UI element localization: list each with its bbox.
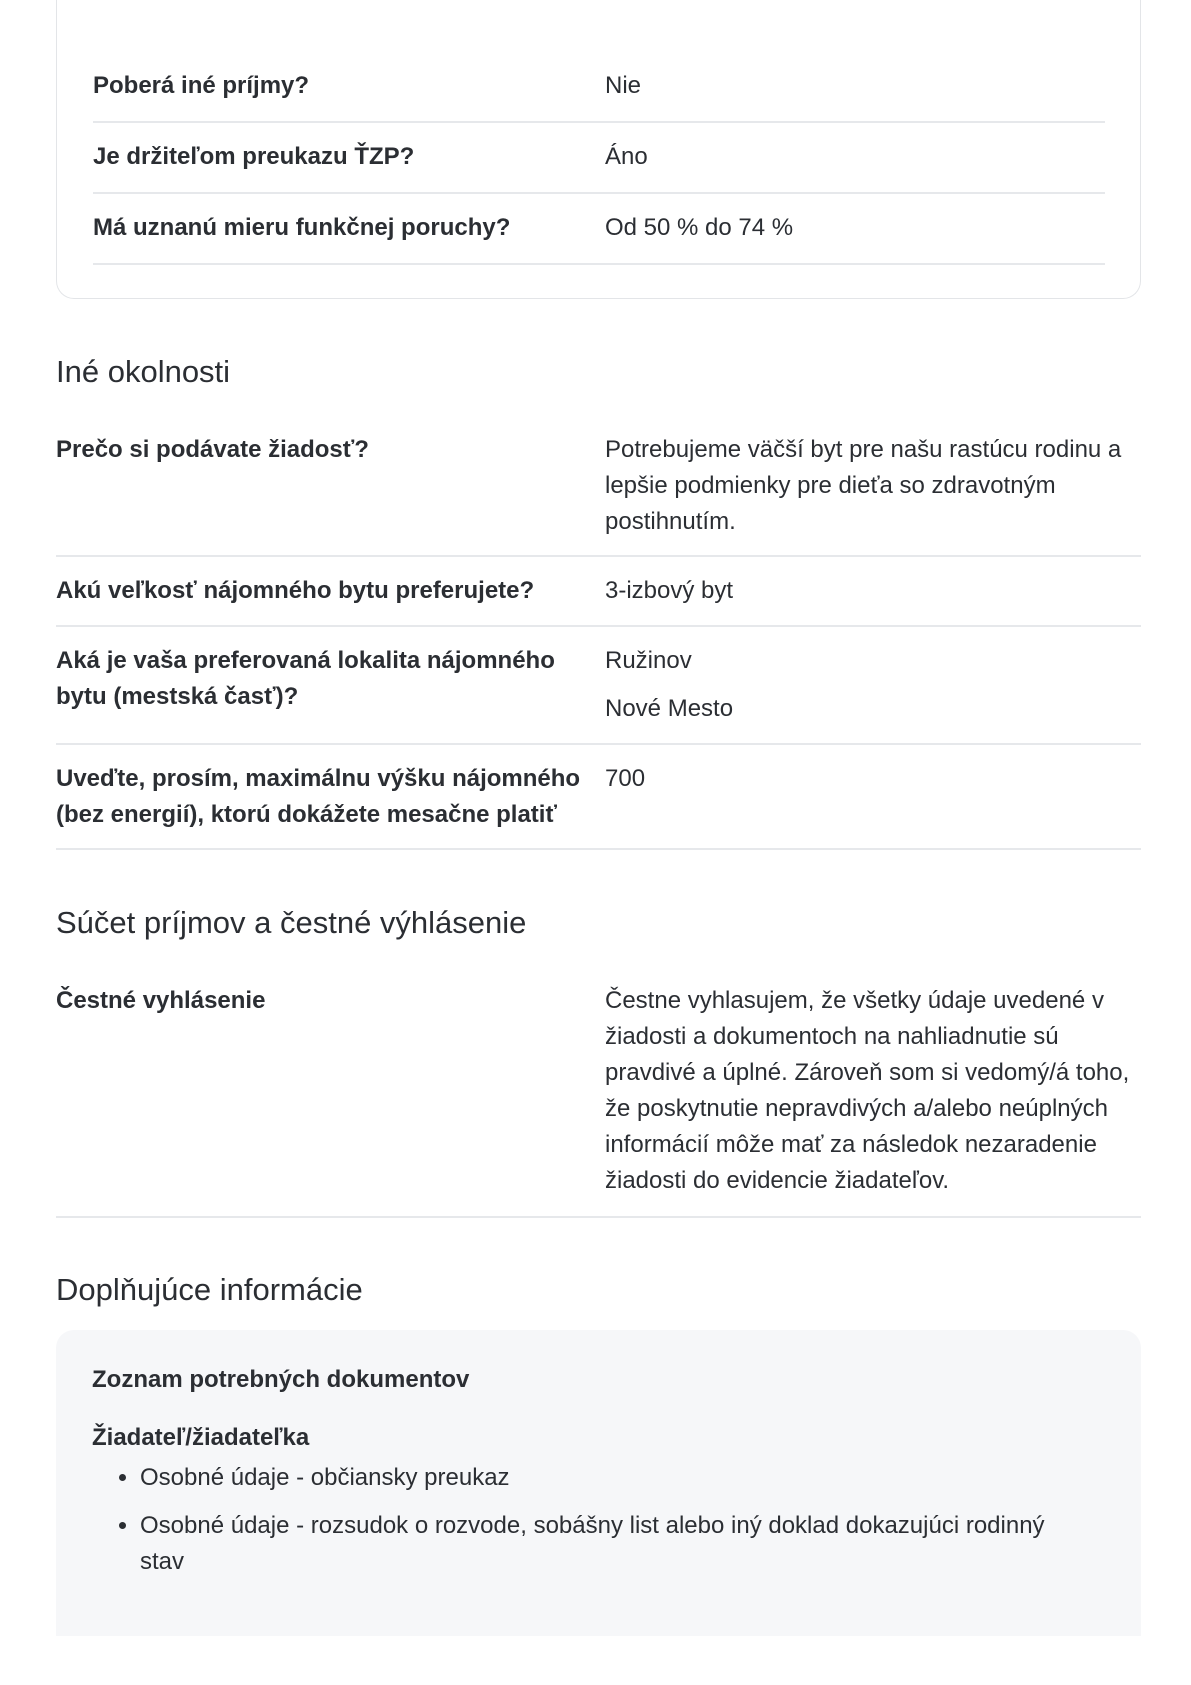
required-documents-box: Zoznam potrebných dokumentov Žiadateľ/ži… [56, 1330, 1141, 1636]
card-answer: Nie [605, 72, 642, 99]
row-question: Aká je vaša preferovaná lokalita nájomné… [56, 647, 555, 710]
section-title-other-circumstances: Iné okolnosti [56, 354, 231, 389]
card-question: Má uznanú mieru funkčnej poruchy? [93, 214, 511, 241]
row-answer: Potrebujeme väčší byt pre našu rastúcu r… [605, 436, 1122, 535]
row-question: Čestné vyhlásenie [56, 987, 266, 1014]
location-item: Ružinov [605, 647, 692, 674]
row-question: Akú veľkosť nájomného bytu preferujete? [56, 577, 535, 604]
card-answer: Od 50 % do 74 % [605, 214, 794, 241]
card-row-disability-level: Má uznanú mieru funkčnej poruchy? Od 50 … [93, 194, 1105, 265]
section-title-additional-info: Doplňujúce informácie [56, 1272, 363, 1307]
applicant-label: Žiadateľ/žiadateľka [92, 1424, 310, 1451]
row-location: Aká je vaša preferovaná lokalita nájomné… [56, 627, 1141, 745]
card-question: Poberá iné príjmy? [93, 72, 310, 99]
row-honest-declaration: Čestné vyhlásenie Čestne vyhlasujem, že … [56, 971, 1141, 1218]
card-row-ztp-holder: Je držiteľom preukazu ŤZP? Áno [93, 123, 1105, 194]
documents-list: Osobné údaje - občiansky preukaz Osobné … [92, 1460, 1080, 1592]
row-answer: Čestne vyhlasujem, že všetky údaje uvede… [605, 987, 1130, 1194]
row-max-rent: Uveďte, prosím, maximálnu výšku nájomnéh… [56, 745, 1141, 850]
row-answer: 3-izbový byt [605, 577, 734, 604]
row-reason: Prečo si podávate žiadosť? Potrebujeme v… [56, 420, 1141, 557]
location-item: Nové Mesto [605, 695, 734, 722]
card-question: Je držiteľom preukazu ŤZP? [93, 143, 415, 170]
section-title-declaration: Súčet príjmov a čestné výhlásenie [56, 905, 527, 940]
row-flat-size: Akú veľkosť nájomného bytu preferujete? … [56, 557, 1141, 627]
required-documents-title: Zoznam potrebných dokumentov [92, 1366, 470, 1393]
row-answer-list: Ružinov Nové Mesto [605, 643, 1145, 727]
row-question: Uveďte, prosím, maximálnu výšku nájomnéh… [56, 765, 581, 828]
row-question: Prečo si podávate žiadosť? [56, 436, 369, 463]
row-answer: 700 [605, 765, 646, 792]
document-item: Osobné údaje - občiansky preukaz [140, 1460, 1080, 1496]
card-row-other-income: Poberá iné príjmy? Nie [93, 56, 1105, 123]
card-answer: Áno [605, 143, 648, 170]
document-item: Osobné údaje - rozsudok o rozvode, sobáš… [140, 1508, 1080, 1580]
